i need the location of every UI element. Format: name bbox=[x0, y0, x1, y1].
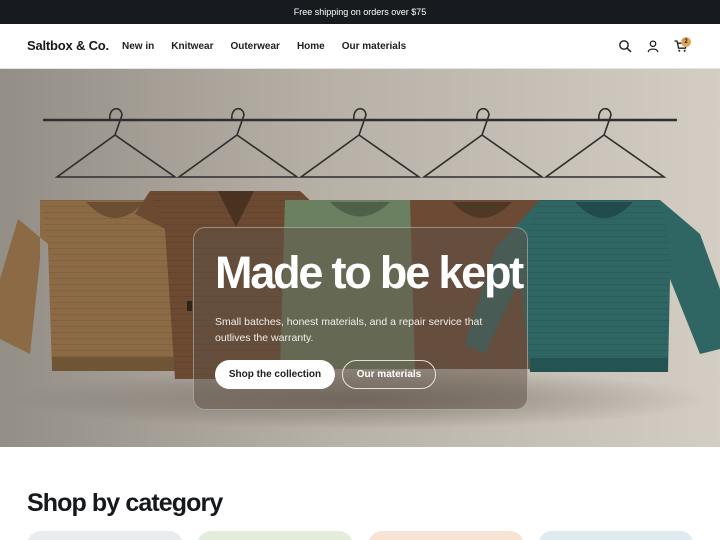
hero-title: Made to be kept bbox=[215, 247, 524, 298]
nav-item-knitwear[interactable]: Knitwear bbox=[171, 41, 213, 52]
category-tile[interactable] bbox=[197, 531, 353, 540]
cart-count-badge: 2 bbox=[681, 37, 691, 47]
nav-item-new-in[interactable]: New in bbox=[122, 41, 154, 52]
nav-item-our-materials[interactable]: Our materials bbox=[342, 41, 406, 52]
category-section-title: Shop by category bbox=[27, 489, 223, 517]
shop-collection-button[interactable]: Shop the collection bbox=[215, 360, 335, 389]
search-icon[interactable] bbox=[618, 39, 632, 53]
category-tile[interactable] bbox=[538, 531, 694, 540]
nav-item-home[interactable]: Home bbox=[297, 41, 325, 52]
main-nav: New in Knitwear Outerwear Home Our mater… bbox=[122, 41, 406, 52]
site-header: Saltbox & Co. New in Knitwear Outerwear … bbox=[0, 24, 720, 69]
hero-subtitle: Small batches, honest materials, and a r… bbox=[215, 316, 483, 344]
category-tile[interactable] bbox=[27, 531, 183, 540]
account-icon[interactable] bbox=[646, 39, 660, 53]
category-tile[interactable] bbox=[368, 531, 524, 540]
logo[interactable]: Saltbox & Co. bbox=[27, 38, 109, 53]
our-materials-button[interactable]: Our materials bbox=[342, 360, 436, 389]
nav-item-outerwear[interactable]: Outerwear bbox=[230, 41, 279, 52]
announcement-text: Free shipping on orders over $75 bbox=[293, 7, 427, 17]
announcement-bar: Free shipping on orders over $75 bbox=[0, 0, 720, 24]
hero-card: Made to be kept Small batches, honest ma… bbox=[193, 227, 528, 410]
hero-banner: Made to be kept Small batches, honest ma… bbox=[0, 69, 720, 447]
